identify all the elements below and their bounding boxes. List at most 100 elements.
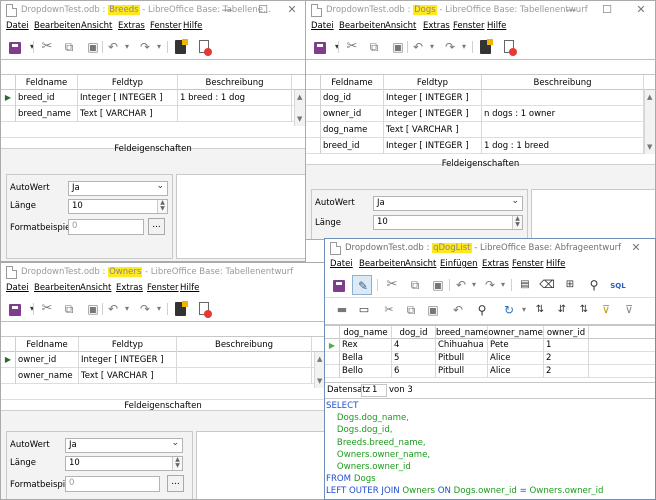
owner-name-cell[interactable]: Pete (488, 339, 544, 352)
menu-hilfe[interactable]: Hilfe (180, 283, 199, 293)
menu-hilfe[interactable]: Hilfe (183, 21, 202, 31)
menu-ansicht[interactable]: Ansicht (81, 21, 112, 31)
dog-name-cell[interactable]: Bello (340, 365, 392, 378)
clear-query-icon[interactable]: ⌫ (538, 276, 556, 294)
maximize-icon[interactable]: ☐ (248, 2, 278, 18)
laenge-input[interactable]: 10 ▲ ▼ (373, 215, 523, 230)
redo-dropdown-icon[interactable]: ▾ (150, 300, 168, 318)
column-feldname[interactable]: Feldname (321, 75, 384, 91)
laenge-input[interactable]: 10 ▲ ▼ (65, 456, 183, 471)
table-row[interactable]: dog_id Integer [ INTEGER ] (306, 90, 655, 106)
owner-name-cell[interactable]: Alice (488, 352, 544, 365)
menu-fenster[interactable]: Fenster (453, 21, 485, 31)
paste-icon[interactable]: ▣ (84, 300, 102, 318)
column-beschreibung[interactable]: Beschreibung (178, 75, 292, 91)
format-button[interactable]: ... (167, 475, 184, 492)
spin-button-icon[interactable]: ▲ ▼ (512, 216, 522, 229)
undo-dropdown-icon[interactable]: ▾ (423, 38, 441, 56)
field-type-cell[interactable]: Integer [ INTEGER ] (78, 90, 178, 106)
copy-icon[interactable]: ⧉ (402, 301, 420, 319)
field-name-cell[interactable]: dog_id (321, 90, 384, 106)
edit-design-icon[interactable]: ✎ (354, 277, 372, 295)
sort-icon[interactable]: ⇵ (553, 301, 571, 319)
sort-descending-icon[interactable]: ⇅ (575, 301, 593, 319)
menu-extras[interactable]: Extras (116, 283, 143, 293)
paste-icon[interactable]: ▣ (389, 38, 407, 56)
query-titlebar[interactable]: DropdownTest.odb : qDogList - LibreOffic… (325, 239, 655, 259)
autowert-select[interactable]: Ja (373, 195, 523, 211)
menu-datei[interactable]: Datei (6, 21, 29, 31)
copy-icon[interactable]: ⧉ (60, 300, 78, 318)
field-description-cell[interactable] (177, 352, 312, 368)
cut-icon[interactable]: ✂ (38, 300, 56, 318)
formatbeispiel-input[interactable]: 0 (65, 476, 160, 492)
primary-key-icon[interactable] (175, 39, 188, 54)
cut-icon[interactable]: ✂ (380, 301, 398, 319)
laenge-input[interactable]: 10 ▲ ▼ (68, 199, 168, 214)
sort-ascending-icon[interactable]: ⇅ (531, 301, 549, 319)
menu-extras[interactable]: Extras (423, 21, 450, 31)
column-beschreibung[interactable]: Beschreibung (177, 337, 312, 353)
table-row[interactable]: breed_id Integer [ INTEGER ] 1 dog : 1 b… (306, 138, 655, 154)
field-type-cell[interactable]: Text [ VARCHAR ] (79, 368, 177, 384)
field-name-cell[interactable]: owner_id (321, 106, 384, 122)
table-row[interactable]: dog_name Text [ VARCHAR ] (306, 122, 655, 138)
column-owner-id[interactable]: owner_id (544, 326, 589, 340)
column-owner-name[interactable]: owner_name (488, 326, 544, 340)
menu-fenster[interactable]: Fenster (512, 259, 544, 269)
undo-dropdown-icon[interactable]: ▾ (118, 38, 136, 56)
redo-dropdown-icon[interactable]: ▾ (150, 38, 168, 56)
field-name-cell[interactable]: breed_name (16, 106, 78, 122)
cut-icon[interactable]: ✂ (38, 38, 56, 56)
vertical-scrollbar[interactable]: ▲ ▼ (644, 90, 655, 154)
index-design-icon[interactable] (199, 302, 212, 318)
menu-ansicht[interactable]: Ansicht (385, 21, 416, 31)
run-query-icon[interactable]: ▤ (516, 276, 534, 294)
index-design-icon[interactable] (199, 40, 212, 56)
autofilter-icon[interactable]: ⊽ (597, 301, 615, 319)
menu-datei[interactable]: Datei (311, 21, 334, 31)
field-description-cell[interactable]: 1 breed : 1 dog (178, 90, 292, 106)
format-button[interactable]: ... (148, 218, 165, 235)
redo-dropdown-icon[interactable]: ▾ (494, 276, 512, 294)
menu-extras[interactable]: Extras (482, 259, 509, 269)
table-row[interactable]: ▶ breed_id Integer [ INTEGER ] 1 breed :… (1, 90, 305, 106)
menu-bearbeiten[interactable]: Bearbeiten (34, 283, 81, 293)
column-feldtyp[interactable]: Feldtyp (79, 337, 177, 353)
undo-icon[interactable]: ↶ (449, 301, 467, 319)
record-number-input[interactable]: 1 (361, 384, 387, 397)
breed-name-cell[interactable]: Pitbull (436, 352, 488, 365)
sql-editor[interactable]: SELECT Dogs.dog_name, Dogs.dog_id, Breed… (325, 398, 655, 499)
field-description-cell[interactable] (482, 122, 644, 138)
menu-bearbeiten[interactable]: Bearbeiten (339, 21, 386, 31)
table-row[interactable] (1, 384, 325, 400)
table-row[interactable]: breed_name Text [ VARCHAR ] (1, 106, 305, 122)
breed-name-cell[interactable]: Chihuahua (436, 339, 488, 352)
dog-name-cell[interactable]: Rex (340, 339, 392, 352)
column-beschreibung[interactable]: Beschreibung (482, 75, 644, 91)
column-feldname[interactable]: Feldname (16, 75, 78, 91)
save-icon[interactable] (9, 42, 21, 54)
cut-icon[interactable]: ✂ (343, 38, 361, 56)
field-description-cell[interactable] (177, 368, 312, 384)
dog-id-cell[interactable]: 6 (392, 365, 436, 378)
field-description-cell[interactable] (178, 106, 292, 122)
table-row[interactable]: Bella 5 Pitbull Alice 2 (325, 352, 655, 365)
field-description-cell[interactable]: n dogs : 1 owner (482, 106, 644, 122)
undo-dropdown-icon[interactable]: ▾ (118, 300, 136, 318)
redo-dropdown-icon[interactable]: ▾ (455, 38, 473, 56)
column-breed-name[interactable]: breed_name (436, 326, 488, 340)
edit-record-icon[interactable]: ▭ (355, 301, 373, 319)
table-row[interactable] (1, 122, 305, 138)
field-type-cell[interactable]: Integer [ INTEGER ] (384, 90, 482, 106)
menu-fenster[interactable]: Fenster (147, 283, 179, 293)
dogs-titlebar[interactable]: DropdownTest.odb : Dogs - LibreOffice Ba… (306, 1, 655, 21)
menu-datei[interactable]: Datei (330, 259, 353, 269)
field-name-cell[interactable]: dog_name (321, 122, 384, 138)
table-row[interactable]: owner_name Text [ VARCHAR ] (1, 368, 325, 384)
formatbeispiel-input[interactable]: 0 (68, 219, 144, 235)
dog-id-cell[interactable]: 4 (392, 339, 436, 352)
functions-icon[interactable]: ⚲ (585, 276, 603, 294)
field-type-cell[interactable]: Integer [ INTEGER ] (384, 106, 482, 122)
breeds-titlebar[interactable]: DropdownTest.odb : Breeds - LibreOffice … (1, 1, 305, 21)
